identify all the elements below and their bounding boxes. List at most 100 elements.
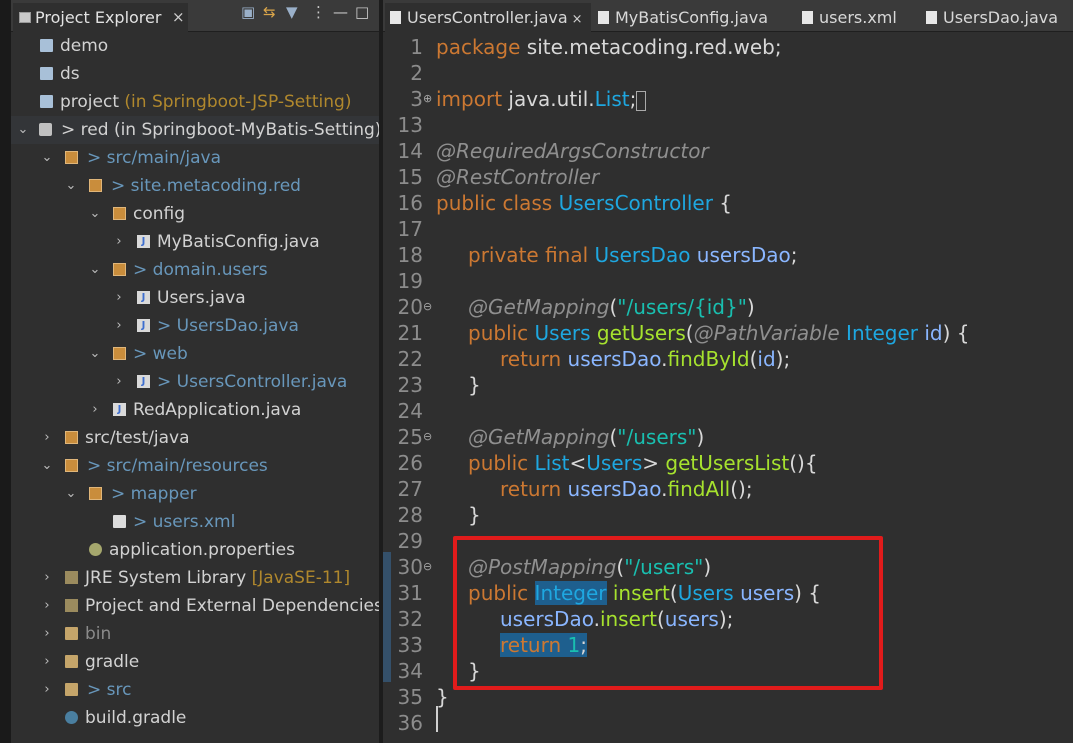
tree-item-src[interactable]: › > src [11, 676, 379, 704]
tree-item-red[interactable]: ⌄ > red (in Springboot-MyBatis-Setting) [11, 116, 379, 144]
tree-item-bin[interactable]: › bin [11, 620, 379, 648]
tree-label-group: > src/main/resources [87, 452, 268, 480]
chevron-right-icon[interactable]: › [113, 368, 125, 396]
tree-item-config[interactable]: ⌄ config [11, 200, 379, 228]
tab-userscontroller[interactable]: UsersController.java × [385, 3, 591, 32]
tree-item-domain-users[interactable]: ⌄ > domain.users [11, 256, 379, 284]
code-line[interactable]: 17 [383, 216, 1073, 242]
code-line[interactable]: 21 public Users getUsers(@PathVariable In… [383, 320, 1073, 346]
code-line[interactable]: 20 ⊖ @GetMapping("/users/{id}") [383, 294, 1073, 320]
tree-item-src-test-java[interactable]: › src/test/java [11, 424, 379, 452]
code-line[interactable]: 18 private final UsersDao usersDao; [383, 242, 1073, 268]
line-number: 1 [410, 35, 423, 59]
chevron-right-icon[interactable]: › [41, 424, 53, 452]
code-line[interactable]: 13 [383, 112, 1073, 138]
chevron-right-icon[interactable]: › [41, 676, 53, 704]
tree-item-users-xml[interactable]: > users.xml [11, 508, 379, 536]
expand-fold-icon[interactable]: ⊕ [423, 86, 432, 112]
tree-item-gradle[interactable]: › gradle [11, 648, 379, 676]
code-line[interactable]: 15 @RestController [383, 164, 1073, 190]
code-line[interactable]: 25 ⊖ @GetMapping("/users") [383, 424, 1073, 450]
tree-item-src-main-java[interactable]: ⌄ > src/main/java [11, 144, 379, 172]
minimize-icon[interactable]: — [333, 3, 348, 21]
code-line[interactable]: 27 return usersDao.findAll(); [383, 476, 1073, 502]
tree-label: gradle [85, 652, 140, 672]
tree-item-users-java[interactable]: › J Users.java [11, 284, 379, 312]
chevron-down-icon[interactable]: ⌄ [89, 256, 101, 284]
chevron-down-icon[interactable]: ⌄ [41, 144, 53, 172]
tree-item-mybatisconfig[interactable]: › J MyBatisConfig.java [11, 228, 379, 256]
folded-code-icon[interactable] [636, 90, 647, 111]
tree-label-group: > src [87, 676, 131, 704]
chevron-right-icon[interactable]: › [41, 648, 53, 676]
tree-item-web[interactable]: ⌄ > web [11, 340, 379, 368]
tree-item-jre-system-library[interactable]: › JRE System Library [JavaSE-11] [11, 564, 379, 592]
tree-item-ds[interactable]: ds [11, 60, 379, 88]
collapse-fold-icon[interactable]: ⊖ [423, 424, 432, 450]
tree-item-mapper[interactable]: ⌄ > mapper [11, 480, 379, 508]
tree-label: bin [85, 624, 112, 644]
tree-item-userscontroller-java[interactable]: › J > UsersController.java [11, 368, 379, 396]
folder-icon [65, 655, 78, 668]
tree-item-project[interactable]: project (in Springboot-JSP-Setting) [11, 88, 379, 116]
close-icon[interactable]: × [572, 12, 583, 27]
chevron-right-icon[interactable]: › [113, 312, 125, 340]
collapse-fold-icon[interactable]: ⊖ [423, 554, 432, 580]
xml-file-icon [113, 515, 126, 528]
chevron-right-icon[interactable]: › [41, 564, 53, 592]
folder-icon [65, 683, 78, 696]
line-number: 22 [397, 347, 423, 371]
chevron-down-icon[interactable]: ⌄ [89, 340, 101, 368]
tree-item-application-properties[interactable]: application.properties [11, 536, 379, 564]
tree-label: src/main/resources [106, 456, 268, 476]
tree-item-redapplication-java[interactable]: › J RedApplication.java [11, 396, 379, 424]
tab-project-explorer[interactable]: Project Explorer × [13, 3, 188, 32]
code-line[interactable]: 1 package site.metacoding.red.web; [383, 34, 1073, 60]
code-line[interactable]: 26 public List<Users> getUsersList(){ [383, 450, 1073, 476]
chevron-down-icon[interactable]: ⌄ [41, 452, 53, 480]
tree-item-demo[interactable]: demo [11, 32, 379, 60]
chevron-down-icon[interactable]: ⌄ [65, 480, 77, 508]
line-number: 23 [397, 373, 423, 397]
chevron-right-icon[interactable]: › [89, 396, 101, 424]
tree-label-group: > web [133, 340, 188, 368]
link-with-editor-icon[interactable]: ⇆ [263, 3, 276, 21]
tree-item-src-main-resources[interactable]: ⌄ > src/main/resources [11, 452, 379, 480]
tab-mybatisconfig[interactable]: MyBatisConfig.java [593, 3, 789, 32]
code-line[interactable]: 19 [383, 268, 1073, 294]
code-line[interactable]: 22 return usersDao.findById(id); [383, 346, 1073, 372]
tree-item-usersdao-java[interactable]: › J > UsersDao.java [11, 312, 379, 340]
code-line[interactable]: 28} [383, 502, 1073, 528]
code-line[interactable]: 36 [383, 710, 1073, 736]
code-line[interactable]: 23} [383, 372, 1073, 398]
chevron-right-icon[interactable]: › [113, 228, 125, 256]
view-menu-icon[interactable]: ⋮ [311, 3, 326, 21]
collapse-fold-icon[interactable]: ⊖ [423, 294, 432, 320]
tab-usersdao[interactable]: UsersDao.java [921, 3, 1071, 32]
code-line[interactable]: 14 @RequiredArgsConstructor [383, 138, 1073, 164]
line-number: 21 [397, 321, 423, 345]
chevron-down-icon[interactable]: ⌄ [17, 116, 29, 144]
code-line[interactable]: 2 [383, 60, 1073, 86]
tree-item-site-metacoding-red[interactable]: ⌄ > site.metacoding.red [11, 172, 379, 200]
tab-users-xml[interactable]: users.xml [797, 3, 921, 32]
collapse-all-icon[interactable]: ▣ [241, 3, 255, 21]
code-line[interactable]: 16 public class UsersController { [383, 190, 1073, 216]
chevron-right-icon[interactable]: › [41, 592, 53, 620]
tree-item-build-gradle[interactable]: build.gradle [11, 704, 379, 732]
tree-label-group: > UsersController.java [157, 368, 347, 396]
chevron-right-icon[interactable]: › [113, 284, 125, 312]
line-number: 16 [397, 191, 423, 215]
code-line[interactable]: 3 ⊕ import java.util.List; [383, 86, 1073, 112]
chevron-down-icon[interactable]: ⌄ [89, 200, 101, 228]
filter-icon[interactable]: ▼ [286, 3, 298, 21]
java-file-icon: J [137, 375, 150, 388]
project-icon [40, 95, 53, 108]
code-line[interactable]: 24 [383, 398, 1073, 424]
chevron-down-icon[interactable]: ⌄ [65, 172, 77, 200]
chevron-right-icon[interactable]: › [41, 620, 53, 648]
tab-label: users.xml [819, 8, 897, 27]
tree-item-project-dependencies[interactable]: › Project and External Dependencies [11, 592, 379, 620]
maximize-icon[interactable]: □ [355, 3, 369, 21]
close-icon[interactable]: × [172, 3, 185, 32]
